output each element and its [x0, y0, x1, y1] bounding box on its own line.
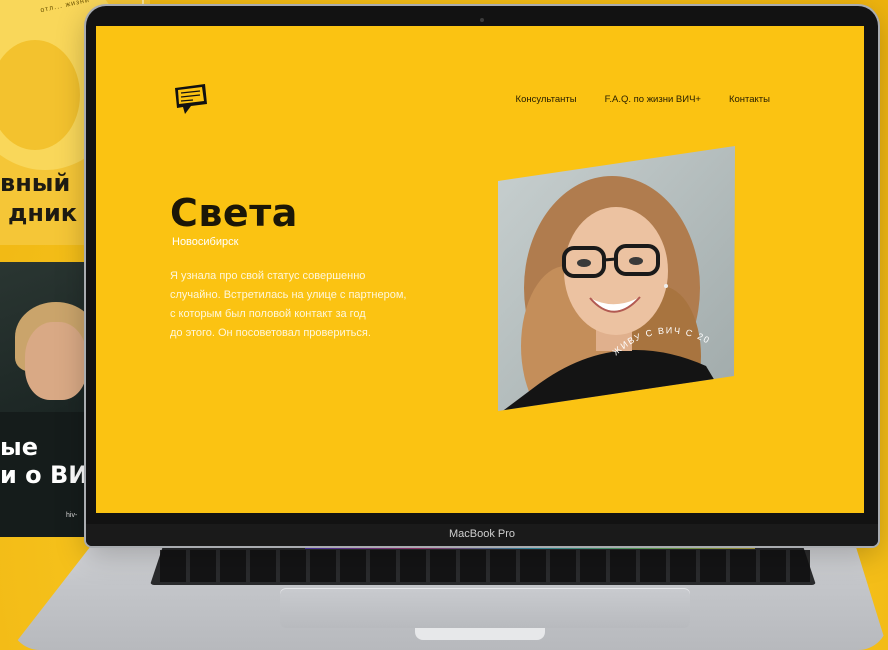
- poster-title: вный дник: [0, 168, 77, 228]
- poster-face: [25, 322, 87, 400]
- poster-caption-line: и о ВИ: [0, 461, 89, 489]
- website-screen: Консультанты F.A.Q. по жизни ВИЧ+ Контак…: [96, 26, 864, 513]
- camera-dot: [480, 18, 484, 22]
- portrait-photo: ЖИВУ С ВИЧ С 2007 ГОДА: [96, 26, 735, 411]
- laptop-chin: MacBook Pro: [86, 524, 878, 546]
- trackpad: [280, 588, 690, 628]
- poster-title-line: вный: [0, 169, 71, 197]
- model-label: MacBook Pro: [448, 528, 516, 540]
- lid-notch: [415, 628, 545, 640]
- keyboard-keys: [160, 550, 810, 582]
- poster-url-text: hiv-: [66, 512, 78, 519]
- poster-caption: ые и о ВИ: [0, 433, 88, 489]
- touch-bar: [305, 546, 755, 549]
- poster-caption-line: ые: [0, 433, 38, 461]
- poster-title-line: дник: [8, 199, 78, 227]
